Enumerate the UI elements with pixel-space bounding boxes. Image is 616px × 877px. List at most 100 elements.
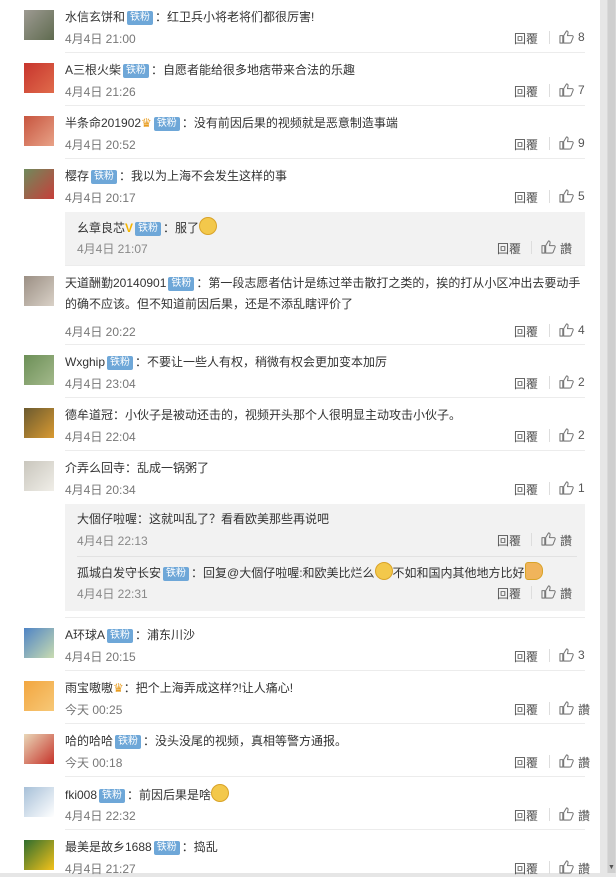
verified-v-icon: V: [125, 221, 134, 235]
reply-button[interactable]: 回覆: [514, 30, 538, 47]
comment-line: A三根火柴 铁粉 ：自愿者能给很多地痞带来合法的乐趣: [65, 60, 590, 81]
like-thumb-icon[interactable]: [559, 481, 574, 495]
comment-username[interactable]: fki008: [65, 788, 97, 802]
avatar[interactable]: [24, 628, 54, 658]
reply-button[interactable]: 回覆: [514, 481, 538, 498]
like-thumb-icon[interactable]: [559, 807, 574, 821]
comment-username[interactable]: 天道酬勤20140901: [65, 276, 166, 290]
like-thumb-icon[interactable]: [559, 30, 574, 44]
comment-username[interactable]: 哈的哈哈: [65, 734, 113, 748]
like-thumb-icon[interactable]: [559, 648, 574, 662]
avatar[interactable]: [24, 461, 54, 491]
comment-text: ：我以为上海不会发生这样的事: [119, 169, 288, 183]
comment-username[interactable]: 雨宝嗷嗷: [65, 681, 113, 695]
like-thumb-icon[interactable]: [559, 428, 574, 442]
like-thumb-icon[interactable]: [559, 375, 574, 389]
reply-button[interactable]: 回覆: [514, 83, 538, 100]
avatar[interactable]: [24, 10, 54, 40]
action-separator: [531, 586, 532, 599]
avatar[interactable]: [24, 787, 54, 817]
action-separator: [531, 241, 532, 254]
like-count[interactable]: 2: [578, 375, 585, 389]
like-thumb-icon[interactable]: [541, 585, 556, 599]
like-thumb-icon[interactable]: [559, 83, 574, 97]
comment-username[interactable]: 最美是故乡1688: [65, 840, 152, 854]
comment-item: 半条命201902♛ 铁粉 ：没有前因后果的视频就是恶意制造事端 4月4日 20:52…: [0, 106, 600, 159]
reply-button[interactable]: 回覆: [514, 189, 538, 206]
like-count[interactable]: 讚: [578, 807, 590, 824]
comment-username[interactable]: 孤城白发守长安: [77, 566, 161, 580]
like-count[interactable]: 8: [578, 30, 585, 44]
action-separator: [549, 649, 550, 662]
avatar[interactable]: [24, 355, 54, 385]
reply-button[interactable]: 回覆: [514, 648, 538, 665]
reply-button[interactable]: 回覆: [514, 323, 538, 340]
comment-username[interactable]: 樱存: [65, 169, 89, 183]
comment-item: A三根火柴 铁粉 ：自愿者能给很多地痞带来合法的乐趣 4月4日 21:26 回覆 7: [0, 53, 600, 106]
comment-username[interactable]: 水信玄饼和: [65, 10, 125, 24]
comment-line: A环球A 铁粉 ：浦东川沙: [65, 625, 590, 646]
avatar[interactable]: [24, 408, 54, 438]
comment-text: ：服了: [163, 221, 200, 235]
reply-button[interactable]: 回覆: [514, 807, 538, 824]
comment-time: 4月4日 22:04: [65, 430, 136, 444]
scroll-thumb[interactable]: [608, 0, 615, 873]
like-count[interactable]: 5: [578, 189, 585, 203]
avatar[interactable]: [24, 63, 54, 93]
avatar[interactable]: [24, 276, 54, 306]
like-count[interactable]: 7: [578, 83, 585, 97]
avatar[interactable]: [24, 169, 54, 199]
like-count[interactable]: 9: [578, 136, 585, 150]
like-count[interactable]: 2: [578, 428, 585, 442]
like-thumb-icon[interactable]: [559, 323, 574, 337]
comment-time: 今天 00:25: [65, 703, 123, 717]
sub-reply-button[interactable]: 回覆: [497, 585, 521, 602]
like-count[interactable]: 4: [578, 323, 585, 337]
comment-username[interactable]: 德牟道冠: [65, 408, 113, 422]
reply-button[interactable]: 回覆: [514, 136, 538, 153]
like-thumb-icon[interactable]: [559, 754, 574, 768]
comment-username[interactable]: A三根火柴: [65, 63, 121, 77]
like-count[interactable]: 1: [578, 481, 585, 495]
reply-button[interactable]: 回覆: [514, 860, 538, 877]
sub-reply-button[interactable]: 回覆: [497, 532, 521, 549]
comment-username[interactable]: A环球A: [65, 628, 105, 642]
comment-username[interactable]: 大個仔啦喔: [77, 512, 137, 526]
scroll-down-arrow-icon[interactable]: ▼: [608, 864, 615, 871]
reply-button[interactable]: 回覆: [514, 754, 538, 771]
reply-button[interactable]: 回覆: [514, 701, 538, 718]
like-thumb-icon[interactable]: [541, 532, 556, 546]
avatar[interactable]: [24, 681, 54, 711]
like-thumb-icon[interactable]: [559, 136, 574, 150]
sub-like-label[interactable]: 讚: [560, 585, 572, 602]
comment-username[interactable]: 半条命201902: [65, 116, 141, 130]
reply-button[interactable]: 回覆: [514, 375, 538, 392]
like-count[interactable]: 3: [578, 648, 585, 662]
like-thumb-icon[interactable]: [541, 240, 556, 254]
avatar[interactable]: [24, 734, 54, 764]
sub-like-label[interactable]: 讚: [560, 532, 572, 549]
sub-reply-item: 孤城白发守长安 铁粉 ：回复@大個仔啦喔:和欧美比烂么 不如和国内其他地方比好 4月4日…: [65, 557, 585, 610]
comment-line: 哈的哈哈 铁粉 ：没头没尾的视频，真相等警方通报。: [65, 731, 590, 752]
like-thumb-icon[interactable]: [559, 189, 574, 203]
reply-button[interactable]: 回覆: [514, 428, 538, 445]
comment-username[interactable]: Wxghip: [65, 355, 105, 369]
action-separator: [549, 84, 550, 97]
fan-badge: 铁粉: [153, 841, 180, 855]
emoji-icon: [211, 784, 230, 802]
comment-item: 天道酬勤20140901 铁粉 ：第一段志愿者估计是练过举击散打之类的，挨的打从小区…: [0, 266, 600, 345]
fan-badge: 铁粉: [107, 629, 134, 643]
like-count[interactable]: 讚: [578, 754, 590, 771]
sub-like-label[interactable]: 讚: [560, 240, 572, 257]
comment-username[interactable]: 介弄么回寺: [65, 461, 125, 475]
avatar[interactable]: [24, 840, 54, 870]
scrollbar[interactable]: [607, 0, 616, 873]
like-thumb-icon[interactable]: [559, 701, 574, 715]
like-count[interactable]: 讚: [578, 701, 590, 718]
comment-username[interactable]: 幺章良芯: [77, 221, 125, 235]
like-count[interactable]: 讚: [578, 860, 590, 877]
like-thumb-icon[interactable]: [559, 860, 574, 874]
avatar[interactable]: [24, 116, 54, 146]
sub-reply-button[interactable]: 回覆: [497, 240, 521, 257]
comment-text: ：自愿者能给很多地痞带来合法的乐趣: [151, 63, 356, 77]
